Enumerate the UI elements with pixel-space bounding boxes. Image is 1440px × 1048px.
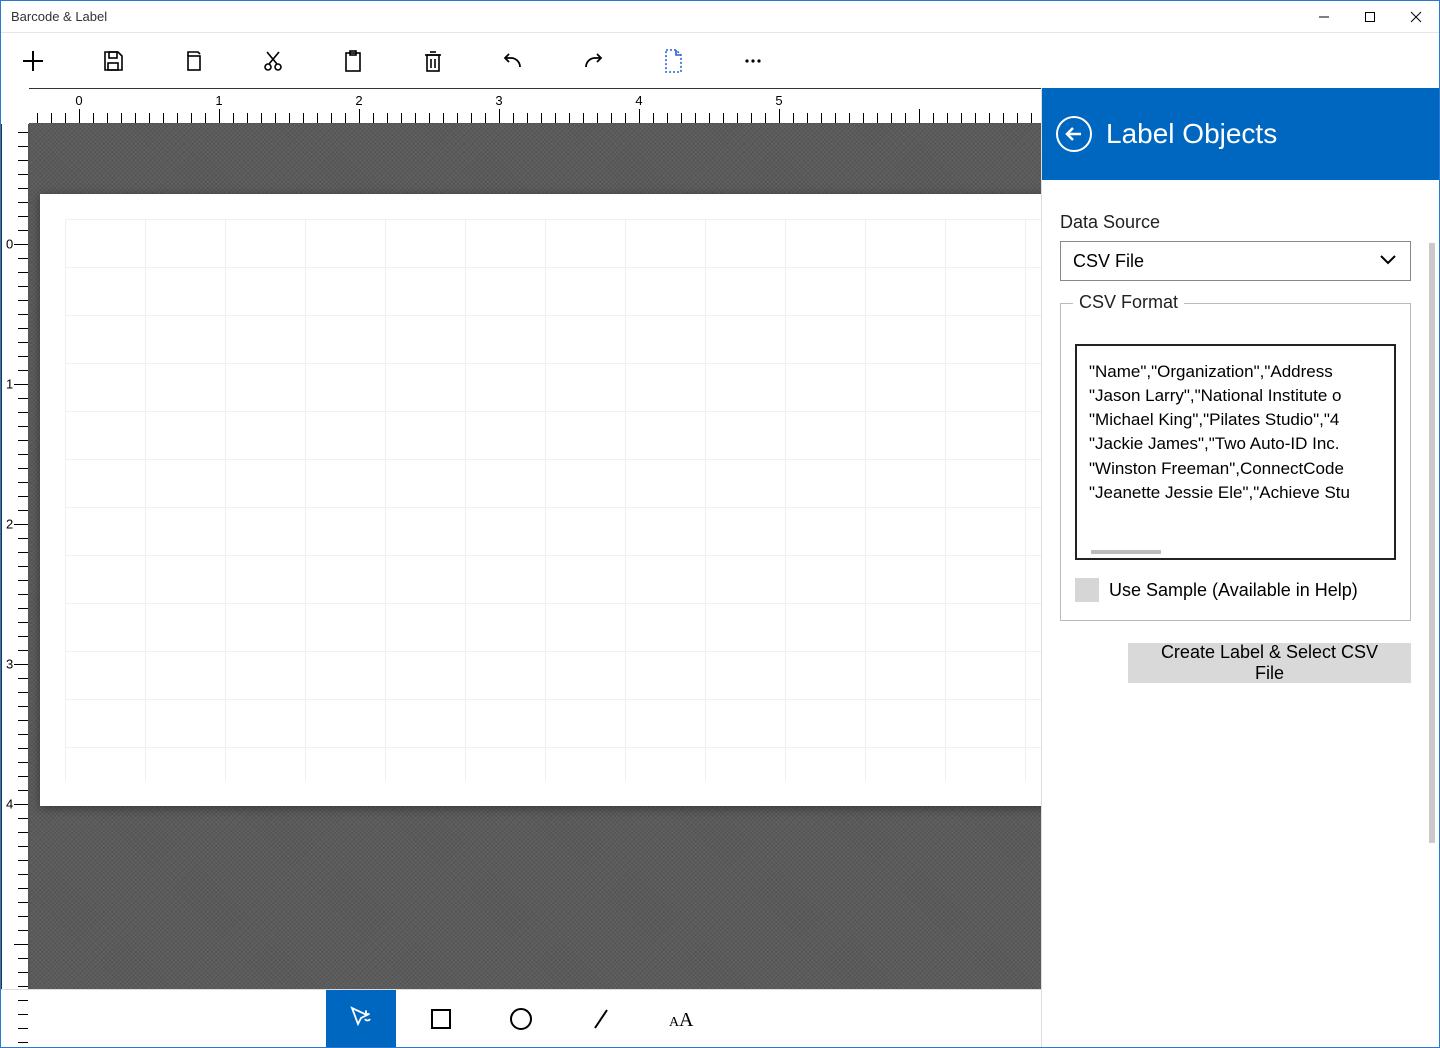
canvas-area: 0 1 2 3 4 5 0 1 2 3 4 AA: [1, 88, 1041, 1047]
ruler-h-label: 4: [635, 93, 642, 108]
use-sample-label: Use Sample (Available in Help): [1109, 580, 1358, 601]
create-label-button[interactable]: Create Label & Select CSV File: [1128, 643, 1411, 683]
ruler-v-label: 2: [6, 517, 13, 532]
data-source-dropdown[interactable]: CSV File: [1060, 241, 1411, 281]
csv-line: "Michael King","Pilates Studio","4: [1089, 408, 1382, 432]
delete-button[interactable]: [413, 41, 453, 81]
csv-line: "Jackie James","Two Auto-ID Inc.: [1089, 432, 1382, 456]
panel-body: Data Source CSV File CSV Format "Name","…: [1042, 180, 1439, 703]
csv-preview[interactable]: "Name","Organization","Address"Jason Lar…: [1075, 344, 1396, 560]
paste-button[interactable]: [333, 41, 373, 81]
ruler-h-label: 5: [775, 93, 782, 108]
chevron-down-icon: [1378, 251, 1398, 272]
cut-button[interactable]: [253, 41, 293, 81]
ellipse-tool[interactable]: [486, 990, 556, 1048]
csv-format-label: CSV Format: [1073, 292, 1184, 313]
ruler-h-label: 0: [75, 93, 82, 108]
data-source-label: Data Source: [1060, 212, 1411, 233]
ruler-h-label: 2: [355, 93, 362, 108]
tool-palette: AA: [1, 989, 1041, 1047]
ruler-vertical: 0 1 2 3 4: [1, 124, 29, 989]
minimize-button[interactable]: [1301, 1, 1347, 32]
save-button[interactable]: [93, 41, 133, 81]
main-toolbar: [1, 33, 1439, 88]
csv-line: "Name","Organization","Address: [1089, 360, 1382, 384]
ruler-horizontal: 0 1 2 3 4 5: [29, 88, 1041, 124]
side-panel: Label Objects Data Source CSV File CSV F…: [1041, 88, 1439, 1047]
ruler-v-label: 4: [6, 797, 13, 812]
canvas-background[interactable]: [29, 124, 1041, 989]
ruler-h-label: 1: [215, 93, 222, 108]
panel-scrollbar[interactable]: [1429, 243, 1435, 843]
back-button[interactable]: [1056, 116, 1092, 152]
svg-text:A: A: [679, 1009, 694, 1031]
data-source-value: CSV File: [1073, 251, 1144, 272]
ruler-h-label: 3: [495, 93, 502, 108]
horizontal-scroll-hint: [1091, 550, 1161, 554]
text-tool[interactable]: AA: [646, 990, 716, 1048]
use-sample-checkbox[interactable]: [1075, 578, 1099, 602]
csv-format-group: CSV Format "Name","Organization","Addres…: [1060, 303, 1411, 621]
titlebar: Barcode & Label: [1, 1, 1439, 33]
content-area: 0 1 2 3 4 5 0 1 2 3 4 AA: [1, 88, 1439, 1047]
ruler-v-label: 0: [6, 237, 13, 252]
redo-button[interactable]: [573, 41, 613, 81]
new-button[interactable]: [13, 41, 53, 81]
csv-line: "Winston Freeman",ConnectCode: [1089, 457, 1382, 481]
window-controls: [1301, 1, 1439, 32]
label-canvas[interactable]: [40, 194, 1041, 806]
panel-title: Label Objects: [1106, 118, 1277, 150]
csv-line: "Jason Larry","National Institute o: [1089, 384, 1382, 408]
copy-button[interactable]: [173, 41, 213, 81]
window-title: Barcode & Label: [11, 9, 107, 24]
select-tool[interactable]: [326, 990, 396, 1048]
close-button[interactable]: [1393, 1, 1439, 32]
more-button[interactable]: [733, 41, 773, 81]
rectangle-tool[interactable]: [406, 990, 476, 1048]
panel-header: Label Objects: [1042, 88, 1439, 180]
use-sample-checkbox-row[interactable]: Use Sample (Available in Help): [1075, 578, 1396, 602]
line-tool[interactable]: [566, 990, 636, 1048]
csv-line: "Jeanette Jessie Ele","Achieve Stu: [1089, 481, 1382, 505]
maximize-button[interactable]: [1347, 1, 1393, 32]
new-label-button[interactable]: [653, 41, 693, 81]
ruler-v-label: 3: [6, 657, 13, 672]
ruler-v-label: 1: [6, 377, 13, 392]
undo-button[interactable]: [493, 41, 533, 81]
